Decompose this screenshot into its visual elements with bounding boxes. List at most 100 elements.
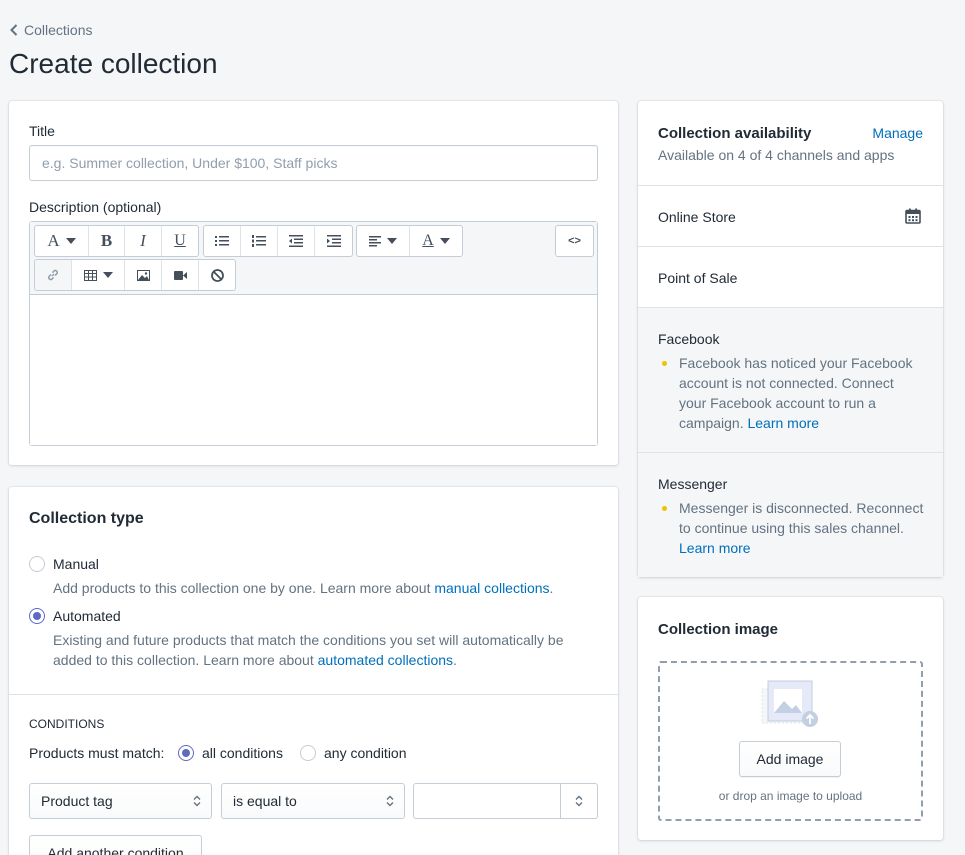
- facebook-label: Facebook: [658, 331, 720, 347]
- add-image-button[interactable]: Add image: [739, 741, 841, 777]
- editor-toolbar: A B I U A <>: [30, 222, 597, 295]
- select-arrows-icon: [386, 795, 394, 807]
- condition-field-select[interactable]: Product tag: [29, 783, 212, 819]
- add-condition-button[interactable]: Add another condition: [29, 835, 202, 855]
- caret-down-icon: [65, 238, 76, 244]
- condition-field-value: Product tag: [41, 793, 113, 809]
- details-card: Title Description (optional) A B I U: [9, 101, 618, 465]
- facebook-warning-line: Facebook has noticed your Facebook: [679, 355, 913, 371]
- availability-card: Collection availability Manage Available…: [638, 101, 943, 577]
- caret-down-icon: [102, 272, 113, 278]
- facebook-learn-more-link[interactable]: Learn more: [747, 415, 819, 431]
- automated-help-suffix: .: [453, 652, 457, 668]
- page-title: Create collection: [9, 48, 218, 79]
- automated-radio[interactable]: [29, 608, 45, 624]
- collection-image-title: Collection image: [658, 621, 779, 638]
- facebook-warning-line: your Facebook account to run a: [679, 395, 876, 411]
- messenger-label: Messenger: [658, 476, 728, 492]
- align-group: A: [356, 225, 463, 257]
- channel-online-store: Online Store: [638, 186, 943, 247]
- italic-button[interactable]: I: [125, 226, 162, 256]
- text-color-button[interactable]: A: [410, 226, 462, 256]
- online-store-label: Online Store: [658, 209, 736, 225]
- messenger-warning-text: Messenger is disconnected. Reconnect to …: [679, 498, 923, 558]
- align-icon: [369, 235, 381, 246]
- manual-help: Add products to this collection one by o…: [53, 578, 553, 598]
- manual-help-suffix: .: [549, 580, 554, 596]
- manual-radio[interactable]: [29, 556, 45, 572]
- bulleted-list-icon: [215, 236, 229, 246]
- image-button[interactable]: [125, 260, 162, 290]
- table-button[interactable]: [72, 260, 125, 290]
- manual-label[interactable]: Manual: [53, 556, 99, 572]
- text-color-icon: A: [422, 232, 434, 249]
- indent-button[interactable]: [315, 226, 352, 256]
- underline-icon: U: [174, 232, 186, 249]
- availability-header: Collection availability Manage Available…: [638, 101, 943, 186]
- breadcrumb-label: Collections: [24, 22, 93, 38]
- select-arrows-icon: [575, 795, 583, 807]
- title-label: Title: [29, 123, 55, 139]
- video-icon: [173, 270, 187, 280]
- collection-type-title: Collection type: [29, 510, 144, 527]
- insert-group: [34, 259, 236, 291]
- condition-operator-select[interactable]: is equal to: [221, 783, 405, 819]
- facebook-warning-line: account is not connected. Connect: [679, 375, 894, 391]
- automated-label[interactable]: Automated: [53, 608, 121, 624]
- html-code-button[interactable]: <>: [556, 226, 593, 256]
- facebook-warning-text: Facebook has noticed your Facebook accou…: [679, 353, 912, 433]
- condition-operator-value: is equal to: [233, 793, 297, 809]
- match-label: Products must match:: [29, 745, 165, 761]
- caret-down-icon: [439, 238, 450, 244]
- align-button[interactable]: [357, 226, 410, 256]
- link-icon: [48, 269, 58, 281]
- font-button[interactable]: A: [35, 226, 89, 256]
- any-condition-radio[interactable]: [300, 745, 316, 761]
- video-button[interactable]: [162, 260, 199, 290]
- numbered-list-icon: [252, 235, 266, 247]
- collection-type-card: Collection type Manual Add products to t…: [9, 487, 618, 855]
- outdent-button[interactable]: [278, 226, 315, 256]
- all-conditions-label[interactable]: all conditions: [202, 745, 283, 761]
- automated-help-line2: added to this collection. Learn more abo…: [53, 650, 593, 670]
- table-icon: [83, 269, 97, 281]
- image-dropzone[interactable]: Add image or drop an image to upload: [658, 661, 923, 821]
- title-input[interactable]: [29, 145, 598, 181]
- manage-link[interactable]: Manage: [872, 125, 923, 141]
- any-condition-label[interactable]: any condition: [324, 745, 407, 761]
- calendar-icon[interactable]: [905, 208, 921, 224]
- html-group: <>: [555, 225, 594, 257]
- condition-value-combobox[interactable]: [413, 783, 598, 819]
- editor-content-area[interactable]: [30, 295, 597, 445]
- indent-icon: [326, 235, 341, 247]
- breadcrumb[interactable]: Collections: [10, 22, 92, 38]
- messenger-learn-more-link[interactable]: Learn more: [679, 540, 751, 556]
- channel-facebook: Facebook Facebook has noticed your Faceb…: [638, 308, 943, 453]
- collection-image-card: Collection image Add image or drop an im…: [638, 597, 943, 840]
- divider: [9, 694, 618, 695]
- link-button[interactable]: [35, 260, 72, 290]
- format-group: A B I U: [34, 225, 199, 257]
- image-upload-icon: [761, 680, 818, 727]
- facebook-warning-line: campaign. Learn more: [679, 413, 912, 433]
- pos-label: Point of Sale: [658, 270, 738, 286]
- bold-icon: B: [100, 231, 113, 250]
- bulleted-list-button[interactable]: [204, 226, 241, 256]
- automated-help-line1: Existing and future products that match …: [53, 632, 564, 648]
- html-code-icon: <>: [568, 235, 581, 247]
- warning-bullet-icon: [662, 506, 667, 511]
- automated-collections-link[interactable]: automated collections: [318, 652, 453, 668]
- description-label: Description (optional): [29, 199, 162, 215]
- all-conditions-radio[interactable]: [178, 745, 194, 761]
- clear-format-button[interactable]: [199, 260, 235, 290]
- manual-collections-link[interactable]: manual collections: [434, 580, 549, 596]
- combobox-divider: [560, 784, 561, 818]
- availability-title: Collection availability: [658, 125, 812, 142]
- channel-point-of-sale: Point of Sale: [638, 247, 943, 308]
- messenger-warning-line: to continue using this sales channel.: [679, 520, 904, 536]
- bold-button[interactable]: B: [89, 226, 125, 256]
- caret-down-icon: [387, 238, 397, 244]
- conditions-heading: CONDITIONS: [29, 717, 105, 731]
- numbered-list-button[interactable]: [241, 226, 278, 256]
- underline-button[interactable]: U: [162, 226, 198, 256]
